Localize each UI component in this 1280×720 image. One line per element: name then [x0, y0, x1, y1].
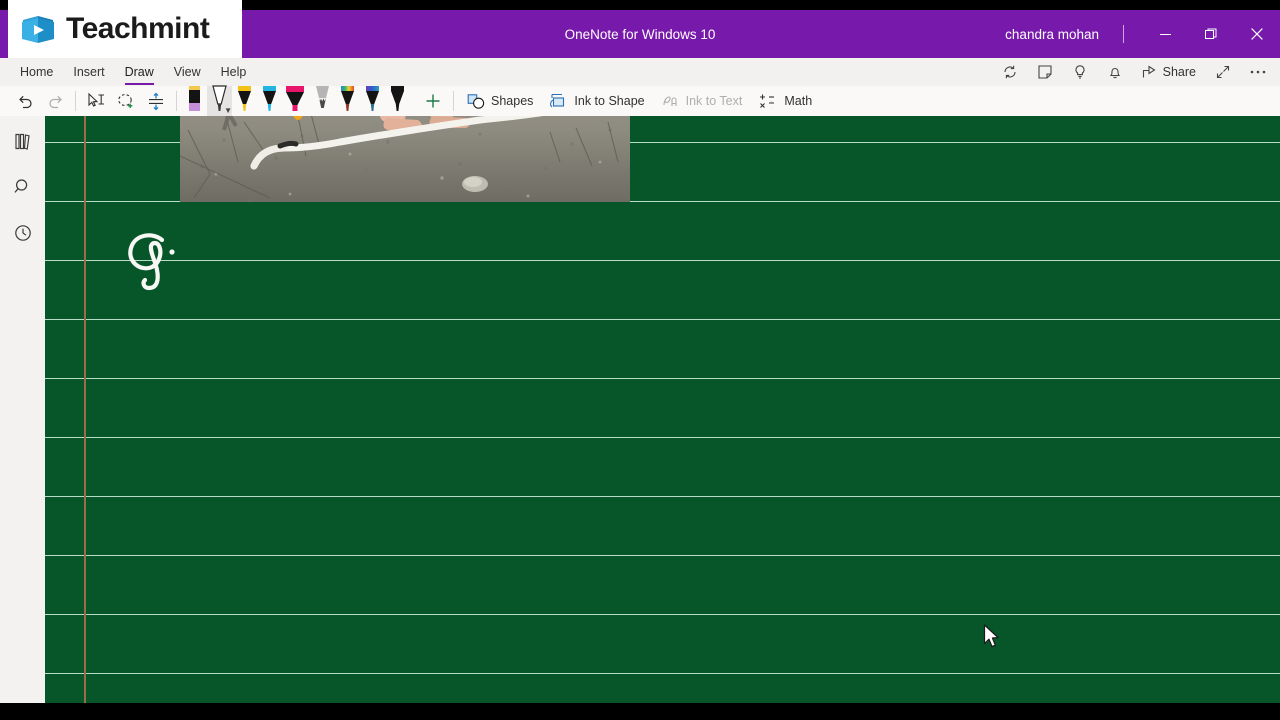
pencil-gray[interactable] — [310, 86, 335, 116]
pen-cyan[interactable] — [257, 86, 282, 116]
screen-bottom-letterbox — [0, 703, 1280, 720]
teachmint-wordmark: Teachmint — [66, 12, 210, 45]
shapes-button[interactable]: Shapes — [459, 86, 541, 116]
tab-draw[interactable]: Draw — [115, 58, 164, 86]
shapes-label: Shapes — [491, 94, 534, 108]
tab-help-label: Help — [220, 65, 247, 79]
page-rule-line — [45, 437, 1280, 438]
page-rule-line — [45, 614, 1280, 615]
select-ink-button[interactable] — [81, 86, 111, 116]
add-pen-button[interactable] — [418, 86, 448, 116]
pen-rainbow[interactable] — [335, 86, 360, 116]
pen-yellow[interactable] — [232, 86, 257, 116]
ink-to-shape-button[interactable]: Ink to Shape — [541, 86, 652, 116]
pen-eraser[interactable] — [182, 86, 207, 116]
toolbar-divider-3 — [453, 91, 454, 111]
pen-galaxy[interactable] — [360, 86, 385, 116]
tab-draw-label: Draw — [124, 65, 154, 79]
handwriting-letter-g — [115, 226, 235, 296]
snake-on-ground-photo[interactable] — [180, 116, 630, 202]
window-title: OneNote for Windows 10 — [564, 26, 716, 42]
teachmint-logo-icon — [18, 9, 58, 49]
notebooks-icon[interactable] — [6, 126, 40, 156]
page-rule-line — [45, 378, 1280, 379]
redo-button[interactable] — [40, 86, 70, 116]
note-page-canvas[interactable] — [45, 116, 1280, 703]
page-margin-line — [84, 116, 86, 703]
bell-icon[interactable] — [1099, 59, 1132, 85]
close-button[interactable] — [1234, 10, 1280, 58]
title-bar-right: chandra mohan — [1005, 10, 1280, 58]
tab-insert[interactable]: Insert — [63, 58, 114, 86]
toolbar-divider-1 — [75, 91, 76, 111]
page-rule-line — [45, 496, 1280, 497]
tab-view-label: View — [173, 65, 201, 79]
share-label: Share — [1162, 65, 1196, 79]
share-button[interactable]: Share — [1134, 59, 1204, 85]
teachmint-brand: Teachmint — [8, 0, 242, 58]
highlighter-pink[interactable] — [282, 86, 310, 116]
minimize-button[interactable] — [1142, 10, 1188, 58]
pen-white-selected[interactable]: ▼ — [207, 85, 232, 116]
page-rule-line — [45, 673, 1280, 674]
page-rule-line — [45, 319, 1280, 320]
math-button[interactable]: Math — [750, 86, 820, 116]
ellipsis-icon[interactable] — [1241, 59, 1274, 85]
tab-home[interactable]: Home — [10, 58, 63, 86]
ribbon-right-actions: Share — [994, 58, 1274, 86]
undo-button[interactable] — [10, 86, 40, 116]
tab-insert-label: Insert — [73, 65, 105, 79]
recent-notes-icon[interactable] — [6, 218, 40, 248]
ink-to-text-button[interactable]: Ink to Text — [653, 86, 751, 116]
expand-arrows-icon[interactable] — [1206, 59, 1239, 85]
search-icon[interactable] — [6, 172, 40, 202]
insert-space-button[interactable] — [141, 86, 171, 116]
page-rule-line — [45, 555, 1280, 556]
chevron-down-icon[interactable]: ▼ — [224, 106, 232, 115]
onenote-window: OneNote for Windows 10 chandra mohan Tea… — [0, 0, 1280, 720]
toolbar-divider-2 — [176, 91, 177, 111]
mouse-cursor — [983, 624, 1001, 650]
tab-home-label: Home — [20, 65, 54, 79]
lightbulb-icon[interactable] — [1064, 59, 1097, 85]
account-name[interactable]: chandra mohan — [1005, 27, 1123, 42]
sync-icon[interactable] — [994, 59, 1027, 85]
math-label: Math — [784, 94, 813, 108]
draw-toolbar: ▼ Shapes Ink to Shape Ink to Text Math — [0, 85, 1280, 116]
pen-black[interactable] — [385, 86, 410, 116]
navigation-rail — [0, 116, 45, 703]
ink-to-shape-label: Ink to Shape — [574, 94, 645, 108]
sticky-note-icon[interactable] — [1029, 59, 1062, 85]
maximize-restore-button[interactable] — [1188, 10, 1234, 58]
lasso-select-button[interactable] — [111, 86, 141, 116]
ink-to-text-label: Ink to Text — [685, 94, 743, 108]
title-divider — [1123, 25, 1124, 43]
